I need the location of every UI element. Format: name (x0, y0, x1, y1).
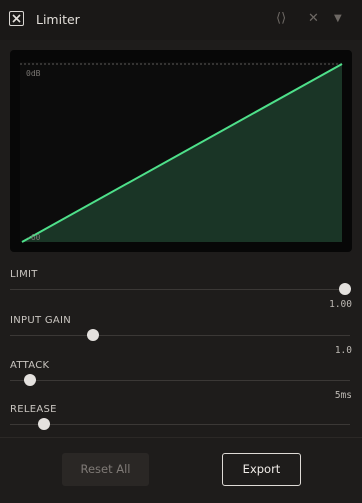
input-gain-label: INPUT GAIN (10, 315, 72, 326)
window-title: Limiter (36, 12, 80, 27)
x-icon[interactable]: ✕ (308, 11, 319, 26)
export-button[interactable]: Export (222, 453, 301, 486)
triangle-down-icon[interactable]: ▼ (334, 13, 342, 24)
limiter-graph: 0dB -60 (10, 50, 352, 252)
attack-slider-thumb[interactable] (24, 374, 36, 386)
release-slider-thumb[interactable] (38, 418, 50, 430)
input-gain-value: 1.0 (334, 345, 352, 356)
title-bar: Limiter ⟨⟩ ✕ ▼ (0, 0, 362, 40)
input-gain-slider-thumb[interactable] (87, 329, 99, 341)
limit-slider-thumb[interactable] (339, 283, 351, 295)
limit-label: LIMIT (10, 269, 38, 280)
graph-svg (20, 62, 343, 243)
limit-value: 1.00 (329, 299, 352, 310)
release-slider[interactable] (10, 418, 350, 430)
close-icon[interactable] (9, 11, 24, 26)
graph-bottom-label: -60 (26, 233, 41, 242)
limit-slider[interactable] (10, 283, 351, 295)
attack-value: 5ms (334, 390, 352, 401)
attack-slider[interactable] (10, 374, 350, 386)
release-label: RELEASE (10, 404, 57, 415)
footer-divider (0, 437, 362, 438)
input-gain-slider[interactable] (10, 329, 350, 341)
reset-all-button[interactable]: Reset All (62, 453, 149, 486)
attack-label: ATTACK (10, 360, 50, 371)
code-brackets-icon[interactable]: ⟨⟩ (276, 11, 286, 26)
graph-top-label: 0dB (26, 69, 41, 78)
